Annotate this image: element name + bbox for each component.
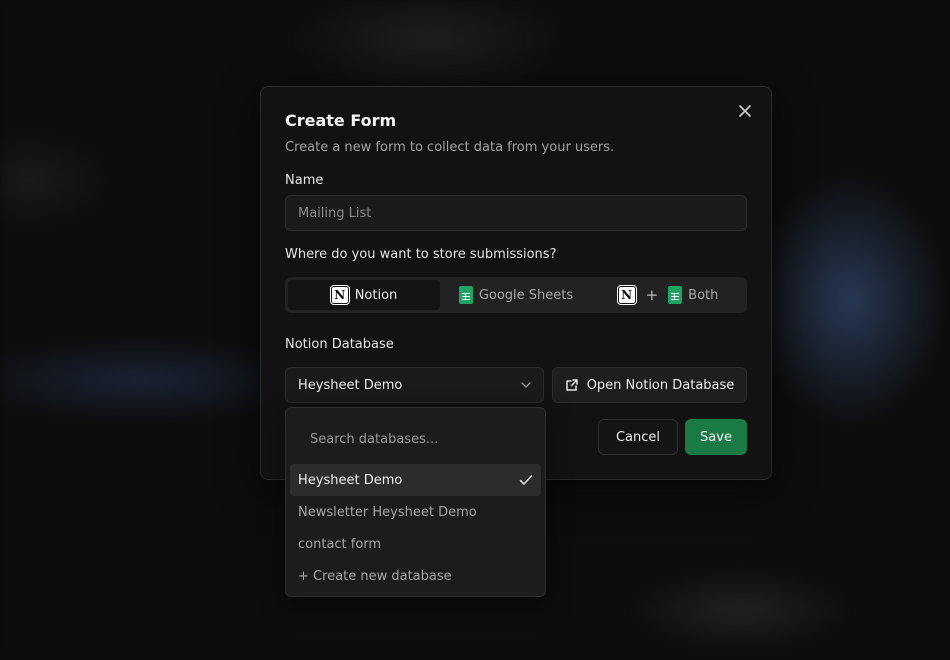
open-button-label: Open Notion Database <box>586 377 735 393</box>
open-notion-database-button[interactable]: Open Notion Database <box>552 367 747 403</box>
google-sheets-icon <box>668 286 683 304</box>
database-search-input[interactable] <box>300 422 532 456</box>
storage-option-label: Google Sheets <box>478 287 574 303</box>
dropdown-item-newsletter[interactable]: Newsletter Heysheet Demo <box>290 496 541 528</box>
close-button[interactable] <box>735 101 755 121</box>
notion-database-label: Notion Database <box>285 337 394 352</box>
dropdown-item-contact-form[interactable]: contact form <box>290 528 541 560</box>
select-value: Heysheet Demo <box>298 377 403 393</box>
storage-toggle-group: N Notion Google Sheets N + Both <box>285 277 747 313</box>
storage-option-label: Notion <box>354 287 398 303</box>
checkmark-icon <box>519 475 533 485</box>
storage-option-notion[interactable]: N Notion <box>288 280 440 310</box>
storage-option-google-sheets[interactable]: Google Sheets <box>440 280 592 310</box>
storage-label: Where do you want to store submissions? <box>285 247 557 262</box>
dropdown-item-label: contact form <box>298 536 382 552</box>
notion-icon: N <box>617 286 636 304</box>
chevron-down-icon <box>521 382 531 388</box>
database-dropdown: Heysheet Demo Newsletter Heysheet Demo c… <box>285 407 546 597</box>
notion-database-select[interactable]: Heysheet Demo <box>285 367 544 403</box>
name-input[interactable] <box>285 195 747 231</box>
save-button[interactable]: Save <box>685 419 747 455</box>
storage-option-both[interactable]: N + Both <box>592 280 744 310</box>
notion-icon: N <box>330 286 349 304</box>
dialog-title: Create Form <box>285 111 397 130</box>
close-icon <box>739 105 751 117</box>
cancel-button[interactable]: Cancel <box>598 419 678 455</box>
plus-icon: + <box>645 286 659 304</box>
create-new-database-item[interactable]: + Create new database <box>290 560 541 592</box>
storage-option-label: Both <box>688 287 719 303</box>
dropdown-item-label: Newsletter Heysheet Demo <box>298 504 477 520</box>
google-sheets-icon <box>458 286 473 304</box>
name-label: Name <box>285 173 324 188</box>
dropdown-item-heysheet-demo[interactable]: Heysheet Demo <box>290 464 541 496</box>
dropdown-item-label: Heysheet Demo <box>298 472 403 488</box>
dropdown-item-label: + Create new database <box>298 568 452 584</box>
dialog-subtitle: Create a new form to collect data from y… <box>285 140 615 155</box>
external-link-icon <box>565 379 578 391</box>
